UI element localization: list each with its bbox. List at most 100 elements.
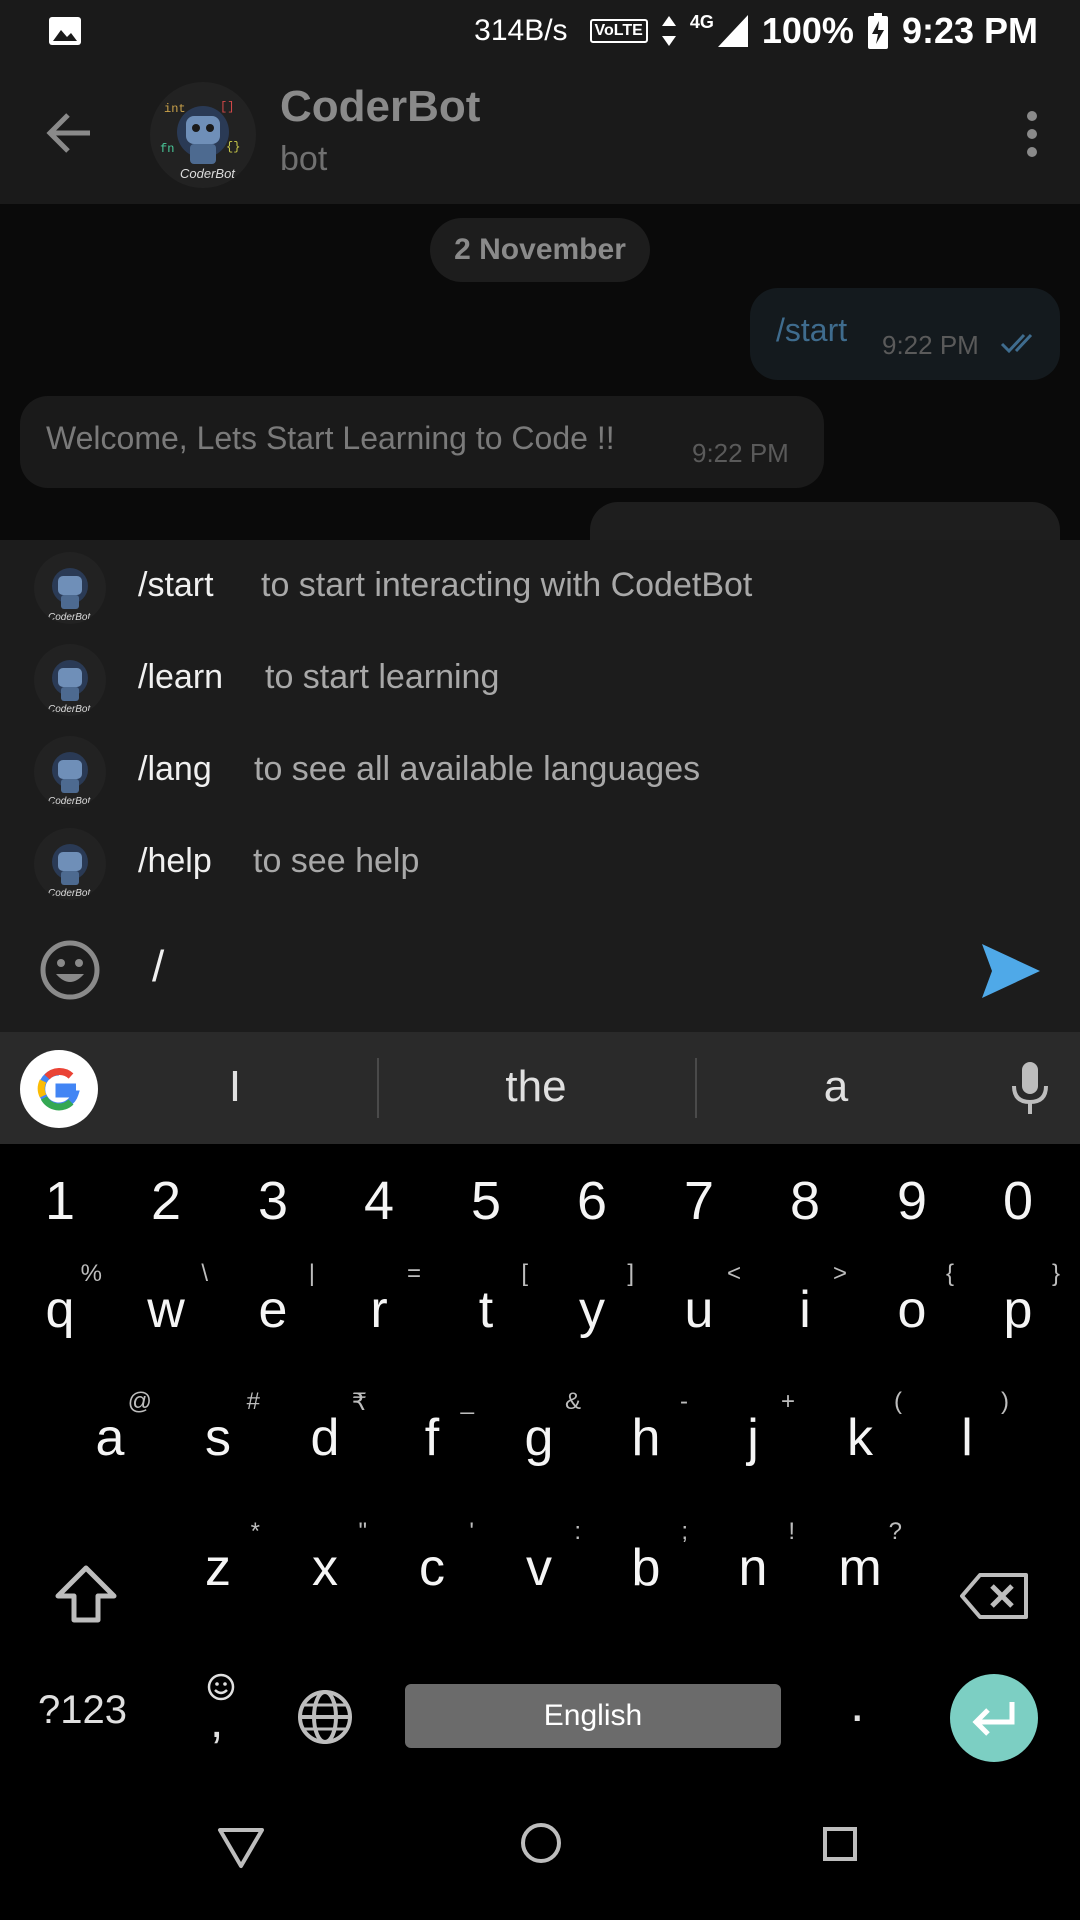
key-o[interactable]: o{: [862, 1254, 962, 1364]
key-t[interactable]: t[: [436, 1254, 536, 1364]
command-item-start[interactable]: CoderBot /start to start interacting wit…: [0, 540, 1080, 632]
signal-icon: [717, 15, 748, 47]
key-i[interactable]: i >: [755, 1254, 855, 1364]
network-speed: 314B/s: [474, 14, 568, 47]
message-list[interactable]: 2 November /start 9:22 PM Welcome, Lets …: [0, 204, 1080, 540]
key-r[interactable]: r =: [329, 1254, 429, 1364]
suggestion-divider: [695, 1058, 697, 1118]
space-bar[interactable]: English: [405, 1684, 781, 1748]
key-6[interactable]: 6: [542, 1144, 642, 1254]
command-item-help[interactable]: CoderBot /help to see help: [0, 816, 1080, 908]
command-name: /learn: [138, 658, 224, 696]
globe-icon[interactable]: [296, 1688, 354, 1746]
suggestion-word[interactable]: I: [135, 1062, 335, 1112]
emoji-icon[interactable]: [38, 938, 102, 1002]
key-y[interactable]: y]: [542, 1254, 642, 1364]
suggestion-word[interactable]: the: [436, 1062, 636, 1112]
outgoing-message[interactable]: [590, 502, 1060, 540]
key-8[interactable]: 8: [755, 1144, 855, 1254]
emoji-comma-key[interactable]: ,: [200, 1672, 240, 1752]
command-name: /help: [138, 842, 212, 880]
enter-key[interactable]: [950, 1674, 1038, 1762]
suggestion-word[interactable]: a: [736, 1062, 936, 1112]
send-icon[interactable]: [980, 942, 1042, 1000]
key-a[interactable]: a @: [60, 1382, 160, 1492]
data-arrows-icon: [661, 16, 676, 46]
backspace-icon[interactable]: [960, 1572, 1030, 1620]
key-k[interactable]: k(: [810, 1382, 910, 1492]
battery-charging-icon: [867, 13, 888, 49]
google-icon[interactable]: [20, 1050, 98, 1128]
key-e[interactable]: e |: [223, 1254, 323, 1364]
back-arrow-icon[interactable]: [44, 107, 96, 159]
navigation-bar: [0, 1778, 1080, 1920]
svg-text:{}: {}: [226, 140, 240, 154]
command-name: /start: [138, 566, 214, 604]
key-g[interactable]: g &: [489, 1382, 589, 1492]
svg-text:CoderBot: CoderBot: [48, 612, 91, 623]
key-v[interactable]: v:: [489, 1512, 589, 1622]
key-x[interactable]: x ": [275, 1512, 375, 1622]
message-input[interactable]: /: [152, 942, 952, 992]
key-f[interactable]: f _: [382, 1382, 482, 1492]
incoming-message-time: 9:22 PM: [692, 438, 789, 468]
key-5[interactable]: 5: [436, 1144, 536, 1254]
outgoing-message-text[interactable]: /start: [776, 312, 847, 349]
svg-text:CoderBot: CoderBot: [180, 166, 236, 181]
keyboard-suggestion-strip: I the a: [0, 1032, 1080, 1144]
network-type: 4G: [689, 12, 714, 32]
key-h[interactable]: h-: [596, 1382, 696, 1492]
outgoing-message[interactable]: /start 9:22 PM: [750, 288, 1060, 380]
key-d[interactable]: d ₹: [275, 1382, 375, 1492]
key-3[interactable]: 3: [223, 1144, 323, 1254]
key-b[interactable]: b;: [596, 1512, 696, 1622]
svg-text:fn: fn: [160, 142, 174, 156]
nav-back-icon[interactable]: [216, 1822, 266, 1872]
microphone-icon[interactable]: [1010, 1062, 1050, 1116]
gallery-icon: [49, 17, 81, 45]
status-bar: 314B/s VoLTE 4G 100% 9:23 PM: [0, 0, 1080, 62]
svg-text:CoderBot: CoderBot: [48, 796, 91, 807]
key-9[interactable]: 9: [862, 1144, 962, 1254]
key-1[interactable]: 1: [10, 1144, 110, 1254]
key-m[interactable]: m?: [810, 1512, 910, 1622]
command-description: to see help: [253, 842, 420, 880]
svg-text:CoderBot: CoderBot: [48, 704, 91, 715]
key-n[interactable]: n!: [703, 1512, 803, 1622]
key-j[interactable]: j +: [703, 1382, 803, 1492]
chat-title[interactable]: CoderBot: [280, 82, 480, 132]
key-z[interactable]: z *: [168, 1512, 268, 1622]
more-options-icon[interactable]: [1024, 110, 1040, 158]
key-7[interactable]: 7: [649, 1144, 749, 1254]
chat-subtitle: bot: [280, 140, 328, 178]
command-item-lang[interactable]: CoderBot /lang to see all available lang…: [0, 724, 1080, 816]
command-avatar: CoderBot: [34, 828, 106, 900]
key-c[interactable]: c ': [382, 1512, 482, 1622]
nav-recents-icon[interactable]: [822, 1826, 858, 1862]
nav-home-icon[interactable]: [520, 1822, 562, 1864]
command-avatar: CoderBot: [34, 552, 106, 624]
key-q[interactable]: q%: [10, 1254, 110, 1364]
command-item-learn[interactable]: CoderBot /learn to start learning: [0, 632, 1080, 724]
message-composer: /: [0, 908, 1080, 1032]
symbols-key[interactable]: ?123: [38, 1688, 127, 1733]
key-u[interactable]: u <: [649, 1254, 749, 1364]
key-4[interactable]: 4: [329, 1144, 429, 1254]
period-key[interactable]: .: [850, 1674, 864, 1734]
keyboard: 1 2 3 4 5 6 7 8 9 0 q% w \ e | r = t[ y] u <…: [0, 1144, 1080, 1778]
key-p[interactable]: p}: [968, 1254, 1068, 1364]
key-w[interactable]: w \: [116, 1254, 216, 1364]
key-2[interactable]: 2: [116, 1144, 216, 1254]
key-s[interactable]: s #: [168, 1382, 268, 1492]
outgoing-message-time: 9:22 PM: [882, 330, 979, 360]
key-0[interactable]: 0: [968, 1144, 1068, 1254]
incoming-message[interactable]: Welcome, Lets Start Learning to Code !! …: [20, 396, 824, 488]
svg-text:CoderBot: CoderBot: [48, 888, 91, 899]
shift-icon[interactable]: [54, 1564, 118, 1624]
date-separator: 2 November: [430, 218, 650, 282]
chat-header: int [] fn {} CoderBot CoderBot bot: [0, 62, 1080, 204]
command-description: to start interacting with CodetBot: [261, 566, 753, 604]
bot-avatar[interactable]: int [] fn {} CoderBot: [150, 82, 256, 188]
key-l[interactable]: l): [917, 1382, 1017, 1492]
suggestion-divider: [377, 1058, 379, 1118]
